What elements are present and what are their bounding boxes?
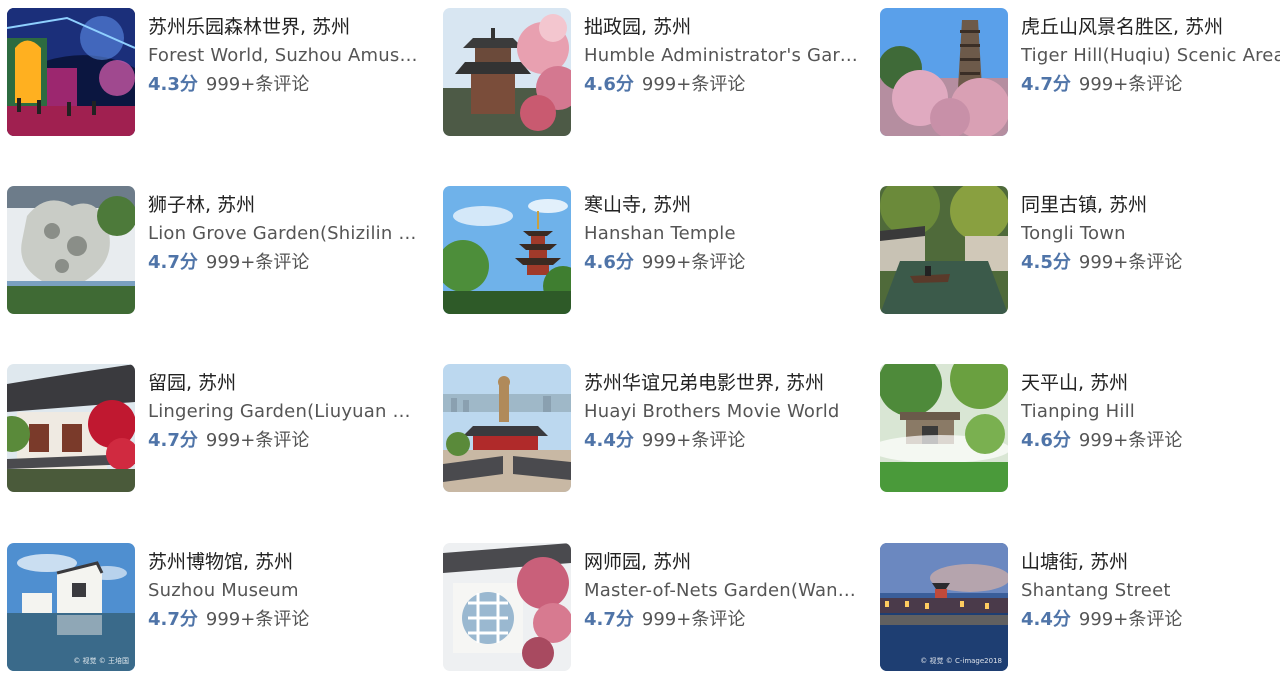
attraction-meta: 4.7分 999+条评论 — [148, 607, 424, 633]
review-count: 999+条评论 — [205, 609, 310, 630]
attraction-meta: 4.7分 999+条评论 — [148, 428, 424, 454]
attraction-subtitle: Tianping Hill — [1021, 401, 1136, 422]
attraction-meta: 4.6分 999+条评论 — [584, 72, 860, 98]
review-count: 999+条评论 — [205, 74, 310, 95]
attraction-card-tianping-hill[interactable]: 天平山, 苏州 Tianping Hill 4.6分 999+条评论 — [880, 364, 1280, 494]
attraction-title[interactable]: 苏州乐园森林世界, 苏州 — [148, 14, 424, 40]
review-count: 999+条评论 — [1078, 430, 1183, 451]
attraction-card-hanshan-temple[interactable]: 寒山寺, 苏州 Hanshan Temple 4.6分 999+条评论 — [443, 186, 873, 316]
rating-score: 4.3分 — [148, 74, 198, 95]
attraction-photo[interactable] — [7, 186, 135, 314]
attraction-card-suzhou-museum[interactable]: © 视觉 © 王培国 苏州博物馆, 苏州 Suzhou Museum 4.7分 9… — [7, 543, 437, 673]
attraction-subtitle: Master-of-Nets Garden(Wangshi Garden) — [584, 580, 860, 601]
attraction-title[interactable]: 同里古镇, 苏州 — [1021, 192, 1280, 218]
attraction-title[interactable]: 苏州华谊兄弟电影世界, 苏州 — [584, 370, 860, 396]
rating-score: 4.6分 — [584, 252, 634, 273]
attraction-card-lingering-garden[interactable]: 留园, 苏州 Lingering Garden(Liuyuan Garden) … — [7, 364, 437, 494]
attraction-grid: 苏州乐园森林世界, 苏州 Forest World, Suzhou Amusem… — [0, 0, 1280, 681]
attraction-photo[interactable]: © 视觉 © C-image2018 — [880, 543, 1008, 671]
attraction-card-master-of-nets-garden[interactable]: 网师园, 苏州 Master-of-Nets Garden(Wangshi Ga… — [443, 543, 873, 673]
review-count: 999+条评论 — [641, 609, 746, 630]
attraction-photo[interactable]: © 视觉 © 王培国 — [7, 543, 135, 671]
attraction-card-lion-grove-garden[interactable]: 狮子林, 苏州 Lion Grove Garden(Shizilin Garde… — [7, 186, 437, 316]
attraction-title[interactable]: 苏州博物馆, 苏州 — [148, 549, 424, 575]
attraction-card-forest-world[interactable]: 苏州乐园森林世界, 苏州 Forest World, Suzhou Amusem… — [7, 8, 437, 138]
review-count: 999+条评论 — [641, 74, 746, 95]
rating-score: 4.7分 — [148, 609, 198, 630]
attraction-photo[interactable] — [443, 8, 571, 136]
attraction-photo[interactable] — [880, 186, 1008, 314]
attraction-meta: 4.6分 999+条评论 — [1021, 428, 1280, 454]
attraction-subtitle: Hanshan Temple — [584, 223, 736, 244]
attraction-meta: 4.7分 999+条评论 — [1021, 72, 1280, 98]
attraction-subtitle: Lion Grove Garden(Shizilin Garden) — [148, 223, 424, 244]
attraction-meta: 4.3分 999+条评论 — [148, 72, 424, 98]
attraction-card-huayi-brothers-movie-world[interactable]: 苏州华谊兄弟电影世界, 苏州 Huayi Brothers Movie Worl… — [443, 364, 873, 494]
attraction-photo[interactable] — [880, 364, 1008, 492]
review-count: 999+条评论 — [205, 430, 310, 451]
attraction-title[interactable]: 网师园, 苏州 — [584, 549, 860, 575]
attraction-meta: 4.4分 999+条评论 — [584, 428, 860, 454]
attraction-photo[interactable] — [7, 8, 135, 136]
rating-score: 4.5分 — [1021, 252, 1071, 273]
photo-watermark: © 视觉 © C-image2018 — [920, 657, 1002, 665]
review-count: 999+条评论 — [205, 252, 310, 273]
rating-score: 4.7分 — [584, 609, 634, 630]
attraction-meta: 4.7分 999+条评论 — [584, 607, 860, 633]
rating-score: 4.7分 — [148, 252, 198, 273]
review-count: 999+条评论 — [641, 252, 746, 273]
rating-score: 4.6分 — [1021, 430, 1071, 451]
rating-score: 4.7分 — [148, 430, 198, 451]
attraction-card-tiger-hill[interactable]: 虎丘山风景名胜区, 苏州 Tiger Hill(Huqiu) Scenic Ar… — [880, 8, 1280, 138]
review-count: 999+条评论 — [1078, 252, 1183, 273]
rating-score: 4.4分 — [584, 430, 634, 451]
review-count: 999+条评论 — [1078, 74, 1183, 95]
attraction-meta: 4.4分 999+条评论 — [1021, 607, 1280, 633]
review-count: 999+条评论 — [1078, 609, 1183, 630]
attraction-subtitle: Humble Administrator's Garden — [584, 45, 860, 66]
attraction-title[interactable]: 拙政园, 苏州 — [584, 14, 860, 40]
attraction-title[interactable]: 留园, 苏州 — [148, 370, 424, 396]
attraction-card-humble-administrators-garden[interactable]: 拙政园, 苏州 Humble Administrator's Garden 4.… — [443, 8, 873, 138]
attraction-subtitle: Tongli Town — [1021, 223, 1126, 244]
rating-score: 4.6分 — [584, 74, 634, 95]
attraction-subtitle: Huayi Brothers Movie World — [584, 401, 840, 422]
attraction-subtitle: Shantang Street — [1021, 580, 1171, 601]
rating-score: 4.4分 — [1021, 609, 1071, 630]
attraction-photo[interactable] — [443, 364, 571, 492]
attraction-photo[interactable] — [880, 8, 1008, 136]
attraction-photo[interactable] — [443, 186, 571, 314]
attraction-subtitle: Tiger Hill(Huqiu) Scenic Area — [1021, 45, 1280, 66]
attraction-meta: 4.7分 999+条评论 — [148, 250, 424, 276]
attraction-meta: 4.6分 999+条评论 — [584, 250, 860, 276]
attraction-title[interactable]: 山塘街, 苏州 — [1021, 549, 1280, 575]
attraction-subtitle: Suzhou Museum — [148, 580, 299, 601]
attraction-photo[interactable] — [443, 543, 571, 671]
attraction-subtitle: Lingering Garden(Liuyuan Garden) — [148, 401, 424, 422]
attraction-photo[interactable] — [7, 364, 135, 492]
photo-watermark: © 视觉 © 王培国 — [73, 657, 129, 665]
attraction-title[interactable]: 虎丘山风景名胜区, 苏州 — [1021, 14, 1280, 40]
attraction-meta: 4.5分 999+条评论 — [1021, 250, 1280, 276]
attraction-title[interactable]: 狮子林, 苏州 — [148, 192, 424, 218]
attraction-subtitle: Forest World, Suzhou Amusement Park — [148, 45, 424, 66]
attraction-title[interactable]: 天平山, 苏州 — [1021, 370, 1280, 396]
attraction-card-shantang-street[interactable]: © 视觉 © C-image2018 山塘街, 苏州 Shantang Stre… — [880, 543, 1280, 673]
review-count: 999+条评论 — [641, 430, 746, 451]
rating-score: 4.7分 — [1021, 74, 1071, 95]
attraction-title[interactable]: 寒山寺, 苏州 — [584, 192, 860, 218]
attraction-card-tongli-town[interactable]: 同里古镇, 苏州 Tongli Town 4.5分 999+条评论 — [880, 186, 1280, 316]
